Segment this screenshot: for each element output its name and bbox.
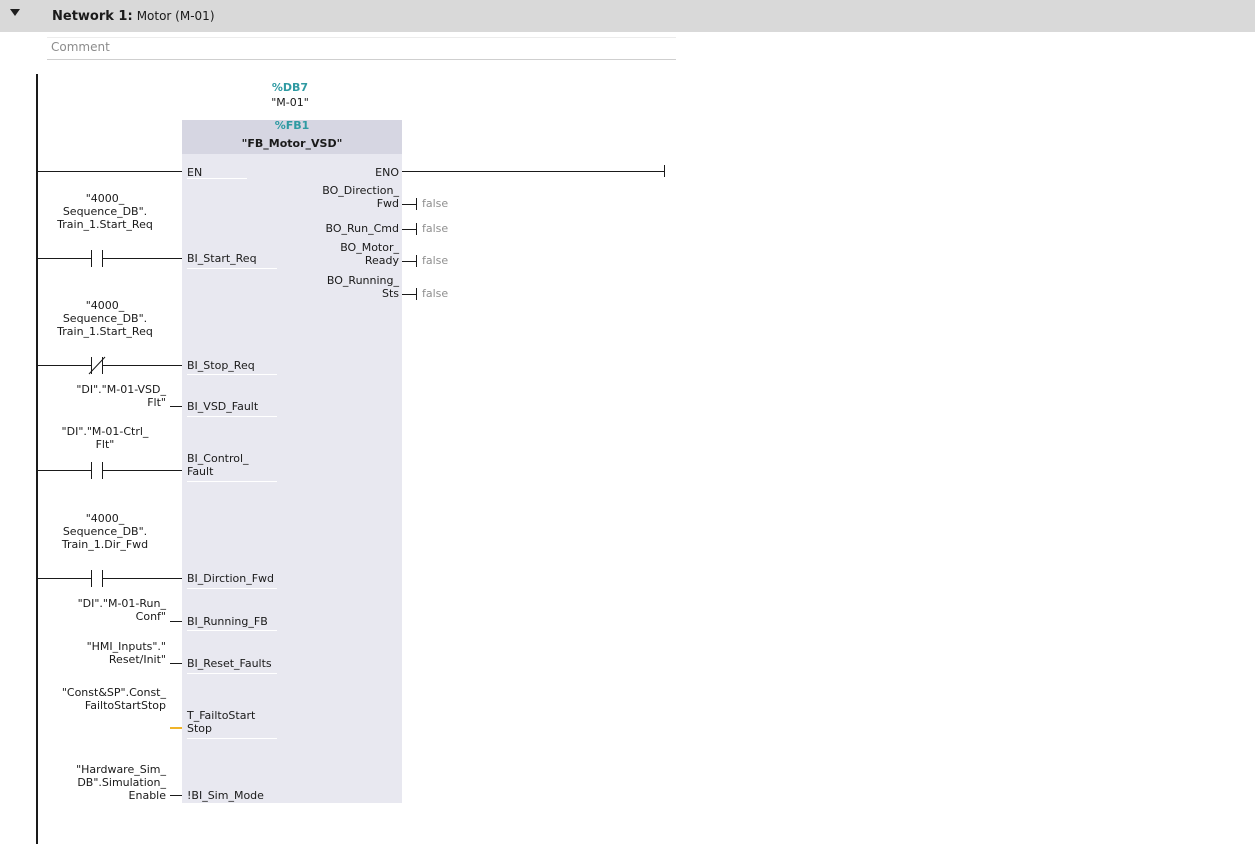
- pin-bo-run-cmd[interactable]: BO_Run_Cmd: [326, 222, 399, 235]
- pin-bo-motor-ready-line2[interactable]: Ready: [365, 254, 399, 267]
- pin-underline: [187, 416, 277, 417]
- operand-control-fault-line2[interactable]: Flt": [50, 438, 160, 451]
- pin-underline: [187, 374, 277, 375]
- pin-underline: [187, 481, 277, 482]
- pin-t-failtostart-line2[interactable]: Stop: [187, 722, 212, 735]
- network-title: Network 1: Motor (M-01): [52, 9, 215, 24]
- control-fault-wire: [38, 470, 182, 471]
- operand-sim-mode-line1[interactable]: "Hardware_Sim_: [40, 763, 166, 776]
- pin-bi-control-fault-line1[interactable]: BI_Control_: [187, 452, 249, 465]
- operand-fail-to-start-line1[interactable]: "Const&SP".Const_: [40, 686, 166, 699]
- pin-underline: [187, 738, 277, 739]
- comment-placeholder: Comment: [51, 40, 110, 54]
- operand-direction-fwd-line2[interactable]: Sequence_DB".: [50, 525, 160, 538]
- reset-faults-wire: [170, 663, 182, 664]
- operand-sim-mode-line3[interactable]: Enable: [40, 789, 166, 802]
- network-label: Network 1:: [52, 9, 133, 24]
- operand-reset-faults-line2[interactable]: Reset/Init": [40, 653, 166, 666]
- network-name: Motor (M-01): [136, 9, 215, 23]
- pin-underline: [187, 588, 277, 589]
- operand-direction-fwd-line1[interactable]: "4000_: [50, 512, 160, 525]
- pin-bi-control-fault-line2[interactable]: Fault: [187, 465, 213, 478]
- output-terminal: [416, 223, 417, 235]
- bo-motor-ready-value: false: [422, 254, 449, 267]
- pin-bi-running-fb[interactable]: BI_Running_FB: [187, 615, 268, 628]
- operand-stop-req-line3[interactable]: Train_1.Start_Req: [50, 325, 160, 338]
- operand-stop-req-line2[interactable]: Sequence_DB".: [50, 312, 160, 325]
- fb-name: "FB_Motor_VSD": [241, 137, 343, 150]
- output-wire: [402, 204, 416, 205]
- eno-terminal: [664, 165, 665, 177]
- no-contact-icon[interactable]: [84, 568, 110, 590]
- pin-underline: [187, 673, 277, 674]
- pin-bo-direction-fwd-line2[interactable]: Fwd: [377, 197, 399, 210]
- pin-bi-reset-faults[interactable]: BI_Reset_Faults: [187, 657, 272, 670]
- instance-db-address: %DB7: [271, 81, 309, 94]
- pin-underline: [187, 178, 247, 179]
- pin-underline: [187, 268, 277, 269]
- sim-mode-wire: [170, 795, 182, 796]
- operand-start-req-line1[interactable]: "4000_: [50, 192, 160, 205]
- operand-start-req-line3[interactable]: Train_1.Start_Req: [50, 218, 160, 231]
- direction-fwd-wire: [38, 578, 182, 579]
- pin-bo-running-sts-line1[interactable]: BO_Running_: [327, 274, 399, 287]
- bo-running-sts-value: false: [422, 287, 449, 300]
- pin-bi-stop-req[interactable]: BI_Stop_Req: [187, 359, 255, 372]
- output-terminal: [416, 255, 417, 267]
- operand-start-req-line2[interactable]: Sequence_DB".: [50, 205, 160, 218]
- no-contact-icon[interactable]: [84, 460, 110, 482]
- operand-control-fault-line1[interactable]: "DI"."M-01-Ctrl_: [50, 425, 160, 438]
- running-fb-wire: [170, 621, 182, 622]
- pin-eno[interactable]: ENO: [375, 166, 399, 179]
- pin-bi-sim-mode[interactable]: !BI_Sim_Mode: [187, 789, 264, 802]
- pin-bi-vsd-fault[interactable]: BI_VSD_Fault: [187, 400, 258, 413]
- fb-address: %FB1: [274, 119, 310, 132]
- output-wire: [402, 229, 416, 230]
- bo-run-cmd-value: false: [422, 222, 449, 235]
- operand-fail-to-start-line2[interactable]: FailtoStartStop: [40, 699, 166, 712]
- output-terminal: [416, 198, 417, 210]
- no-contact-icon[interactable]: [84, 248, 110, 270]
- eno-wire: [402, 171, 664, 172]
- nc-contact-icon[interactable]: [84, 355, 110, 377]
- pin-t-failtostart-line1[interactable]: T_FailtoStart: [187, 709, 255, 722]
- output-terminal: [416, 288, 417, 300]
- fail-to-start-wire: [170, 727, 182, 729]
- operand-reset-faults-line1[interactable]: "HMI_Inputs".": [40, 640, 166, 653]
- operand-sim-mode-line2[interactable]: DB".Simulation_: [40, 776, 166, 789]
- output-wire: [402, 261, 416, 262]
- pin-bi-start-req[interactable]: BI_Start_Req: [187, 252, 257, 265]
- en-wire: [38, 171, 182, 172]
- instance-db-name: "M-01": [271, 96, 309, 109]
- left-power-rail: [36, 74, 38, 844]
- collapse-caret-icon[interactable]: [10, 9, 20, 16]
- operand-stop-req-line1[interactable]: "4000_: [50, 299, 160, 312]
- operand-direction-fwd-line3[interactable]: Train_1.Dir_Fwd: [50, 538, 160, 551]
- pin-bi-direction-fwd[interactable]: BI_Dirction_Fwd: [187, 572, 274, 585]
- bo-direction-fwd-value: false: [422, 197, 449, 210]
- network-comment-field[interactable]: [47, 37, 676, 60]
- operand-running-fb-line1[interactable]: "DI"."M-01-Run_: [40, 597, 166, 610]
- pin-underline: [187, 630, 277, 631]
- output-wire: [402, 294, 416, 295]
- vsd-fault-wire: [170, 406, 182, 407]
- start-req-wire: [38, 258, 182, 259]
- operand-running-fb-line2[interactable]: Conf": [40, 610, 166, 623]
- stop-req-wire: [38, 365, 182, 366]
- operand-vsd-fault-line1[interactable]: "DI"."M-01-VSD_: [40, 383, 166, 396]
- pin-bo-direction-fwd-line1[interactable]: BO_Direction_: [322, 184, 399, 197]
- operand-vsd-fault-line2[interactable]: Flt": [40, 396, 166, 409]
- pin-bo-running-sts-line2[interactable]: Sts: [382, 287, 399, 300]
- pin-bo-motor-ready-line1[interactable]: BO_Motor_: [340, 241, 399, 254]
